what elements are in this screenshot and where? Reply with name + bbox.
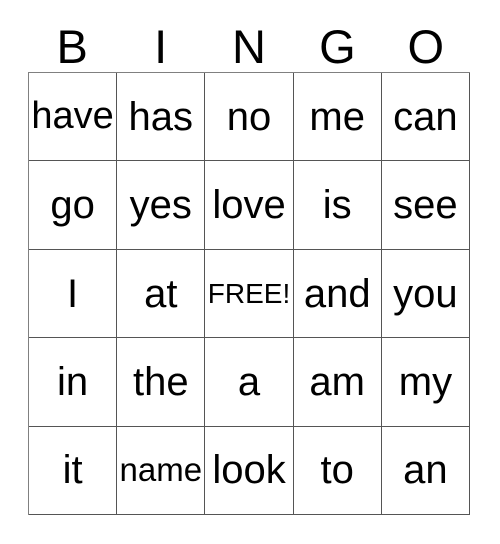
bingo-header-letter-g: G <box>319 20 356 73</box>
bingo-header-row: B I NGO <box>28 14 470 72</box>
bingo-cell[interactable]: go <box>29 161 118 250</box>
bingo-cell[interactable]: is <box>293 161 382 250</box>
bingo-cell-label: I <box>67 271 79 316</box>
bingo-cell-label: name <box>119 451 203 488</box>
bingo-cell[interactable]: name <box>117 426 206 516</box>
bingo-cell[interactable]: you <box>381 249 471 339</box>
bingo-cell-label: and <box>303 271 371 316</box>
bingo-header-letter-n: N <box>232 20 266 73</box>
bingo-cell-label: see <box>393 183 458 228</box>
bingo-row: Iat FREE! and you <box>29 249 471 339</box>
bingo-cell-label: a <box>237 359 261 404</box>
bingo-cell[interactable]: look <box>205 426 294 516</box>
bingo-cell-label: FREE! <box>207 277 291 309</box>
bingo-cell[interactable]: a <box>205 338 294 427</box>
bingo-cell[interactable]: me <box>293 73 382 162</box>
bingo-cell[interactable]: no <box>205 73 294 162</box>
bingo-free-cell[interactable]: FREE! <box>205 249 294 339</box>
bingo-header-letter-i: I <box>154 20 168 73</box>
bingo-cell-label: at <box>144 271 178 316</box>
bingo-row: have has no me can <box>29 73 471 162</box>
bingo-cell-label: love <box>212 183 286 228</box>
bingo-cell-label: the <box>133 359 189 404</box>
bingo-cell-label: has <box>128 94 194 139</box>
bingo-cell[interactable]: and <box>293 249 382 339</box>
bingo-cell[interactable]: an <box>381 426 471 516</box>
bingo-cell[interactable]: am <box>293 338 382 427</box>
bingo-cell-label: is <box>322 183 352 228</box>
bingo-cell-label: an <box>403 448 448 493</box>
bingo-header-letter-b: B <box>56 20 88 73</box>
bingo-cell-label: look <box>212 448 286 493</box>
bingo-cell-label: in <box>57 359 89 404</box>
bingo-header-letter-o: O <box>407 20 445 73</box>
bingo-cell-label: my <box>398 359 453 404</box>
bingo-row: it name look to an <box>29 426 471 516</box>
bingo-cell-label: have <box>31 94 114 137</box>
bingo-cell-label: go <box>50 183 95 228</box>
bingo-grid: have has no me can go yes love is see Iat FREE! and y… <box>28 72 471 516</box>
bingo-cell-label: me <box>309 94 365 139</box>
bingo-cell[interactable]: can <box>381 73 471 162</box>
bingo-cell[interactable]: my <box>381 338 471 427</box>
bingo-cell[interactable]: have <box>29 73 118 162</box>
bingo-cell[interactable]: to <box>293 426 382 516</box>
bingo-cell[interactable]: I <box>29 249 118 339</box>
bingo-cell[interactable]: yes <box>117 161 206 250</box>
bingo-cell-label: can <box>393 94 458 139</box>
bingo-cell-label: yes <box>129 183 192 228</box>
bingo-cell-label: you <box>393 271 458 316</box>
bingo-cell-label: to <box>320 448 354 493</box>
bingo-cell[interactable]: love <box>205 161 294 250</box>
bingo-cell-label: no <box>226 94 272 139</box>
bingo-card: BINGO have has no me can go yes love is see Iat FRE… <box>0 0 500 544</box>
bingo-cell-label: am <box>309 359 365 404</box>
bingo-row: in the a am my <box>29 338 471 427</box>
bingo-cell[interactable]: see <box>381 161 471 250</box>
bingo-cell[interactable]: at <box>117 249 206 339</box>
bingo-cell[interactable]: it <box>29 426 118 516</box>
bingo-row: go yes love is see <box>29 161 471 250</box>
bingo-cell[interactable]: the <box>117 338 206 427</box>
bingo-cell[interactable]: has <box>117 73 206 162</box>
bingo-cell-label: it <box>62 448 83 493</box>
bingo-cell[interactable]: in <box>29 338 118 427</box>
